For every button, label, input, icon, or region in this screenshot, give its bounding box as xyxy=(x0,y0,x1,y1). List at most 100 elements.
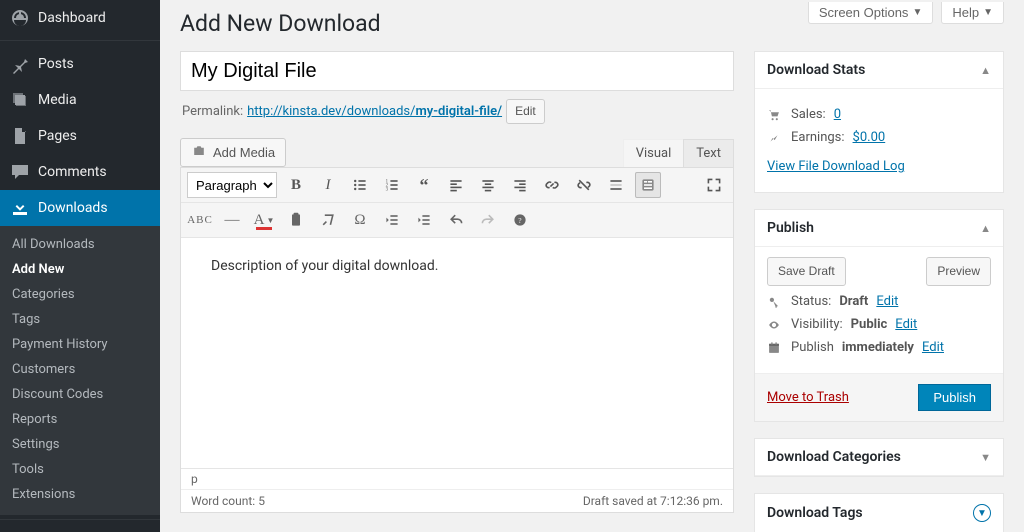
submenu-customers[interactable]: Customers xyxy=(0,357,160,382)
submenu-reports[interactable]: Reports xyxy=(0,407,160,432)
view-download-log-link[interactable]: View File Download Log xyxy=(767,159,905,174)
schedule-edit-link[interactable]: Edit xyxy=(922,340,944,355)
undo-button[interactable] xyxy=(443,207,469,233)
editor-toolbar-secondary: ABC — A▼ Ω ? xyxy=(181,203,733,238)
unlink-button[interactable] xyxy=(571,172,597,198)
sidebar-item-appearance[interactable]: Appearance xyxy=(0,525,160,532)
numbered-list-button[interactable]: 123 xyxy=(379,172,405,198)
chevron-down-icon: ▼ xyxy=(912,7,922,18)
redo-button[interactable] xyxy=(475,207,501,233)
fullscreen-button[interactable] xyxy=(701,172,727,198)
editor-toolbar-primary: Paragraph B I 123 “ xyxy=(181,168,733,203)
publish-button[interactable]: Publish xyxy=(918,384,991,411)
publish-status-row: Status: Draft Edit xyxy=(767,294,991,309)
sidebar-item-media[interactable]: Media xyxy=(0,82,160,118)
download-categories-box: Download Categories ▼ xyxy=(754,438,1004,477)
sidebar-item-label: Media xyxy=(38,92,77,108)
clear-formatting-button[interactable] xyxy=(315,207,341,233)
keyboard-shortcuts-button[interactable]: ? xyxy=(507,207,533,233)
align-right-button[interactable] xyxy=(507,172,533,198)
align-left-button[interactable] xyxy=(443,172,469,198)
blockquote-button[interactable]: “ xyxy=(411,172,437,198)
add-media-button[interactable]: Add Media xyxy=(180,138,286,167)
publish-when-label: Publish xyxy=(791,340,834,355)
sidebar-item-label: Posts xyxy=(38,56,74,72)
bulleted-list-button[interactable] xyxy=(347,172,373,198)
sidebar-item-comments[interactable]: Comments xyxy=(0,154,160,190)
submenu-payment-history[interactable]: Payment History xyxy=(0,332,160,357)
sales-label: Sales: xyxy=(791,107,826,122)
download-tags-box: Download Tags ▼ xyxy=(754,493,1004,532)
submenu-add-new[interactable]: Add New xyxy=(0,257,160,282)
submenu-all-downloads[interactable]: All Downloads xyxy=(0,232,160,257)
text-color-button[interactable]: A▼ xyxy=(251,207,277,233)
key-icon xyxy=(767,295,783,309)
italic-button[interactable]: I xyxy=(315,172,341,198)
side-column: Download Stats ▲ Sales: 0 Earnings: $0.0… xyxy=(754,51,1004,532)
download-title-input[interactable] xyxy=(180,51,734,91)
sidebar-item-pages[interactable]: Pages xyxy=(0,118,160,154)
download-stats-header[interactable]: Download Stats ▲ xyxy=(755,52,1003,89)
sidebar-item-downloads[interactable]: Downloads xyxy=(0,190,160,226)
publish-visibility-row: Visibility: Public Edit xyxy=(767,317,991,332)
visibility-value: Public xyxy=(851,317,888,332)
svg-text:3: 3 xyxy=(386,188,389,193)
help-toggle[interactable]: Help ▼ xyxy=(941,2,1004,24)
paste-text-button[interactable] xyxy=(283,207,309,233)
calendar-icon xyxy=(767,341,783,355)
save-draft-button[interactable]: Save Draft xyxy=(767,257,846,286)
download-tags-header[interactable]: Download Tags ▼ xyxy=(755,494,1003,532)
special-character-button[interactable]: Ω xyxy=(347,207,373,233)
stats-earnings-row: Earnings: $0.00 xyxy=(767,130,991,145)
sidebar-item-label: Downloads xyxy=(38,200,108,216)
screen-meta-links: Screen Options ▼ Help ▼ xyxy=(808,2,1004,24)
submenu-discount-codes[interactable]: Discount Codes xyxy=(0,382,160,407)
screen-options-toggle[interactable]: Screen Options ▼ xyxy=(808,2,934,24)
permalink-edit-button[interactable]: Edit xyxy=(506,99,545,124)
tab-text[interactable]: Text xyxy=(683,139,734,167)
help-label: Help xyxy=(952,5,979,20)
preview-button[interactable]: Preview xyxy=(926,257,991,286)
toolbar-toggle-button[interactable] xyxy=(635,172,661,198)
sidebar-item-posts[interactable]: Posts xyxy=(0,46,160,82)
expand-icon: ▼ xyxy=(973,504,991,522)
bold-button[interactable]: B xyxy=(283,172,309,198)
strikethrough-button[interactable]: ABC xyxy=(187,207,213,233)
outdent-button[interactable] xyxy=(379,207,405,233)
submenu-tools[interactable]: Tools xyxy=(0,457,160,482)
sidebar-item-label: Pages xyxy=(38,128,77,144)
cart-icon xyxy=(767,108,783,122)
submenu-settings[interactable]: Settings xyxy=(0,432,160,457)
insert-more-button[interactable] xyxy=(603,172,629,198)
publish-header[interactable]: Publish ▲ xyxy=(755,210,1003,247)
tab-visual[interactable]: Visual xyxy=(623,139,685,167)
status-edit-link[interactable]: Edit xyxy=(876,294,898,309)
download-categories-header[interactable]: Download Categories ▼ xyxy=(755,439,1003,476)
chevron-down-icon: ▼ xyxy=(983,7,993,18)
publish-schedule-row: Publish immediately Edit xyxy=(767,340,991,355)
align-center-button[interactable] xyxy=(475,172,501,198)
submenu-extensions[interactable]: Extensions xyxy=(0,482,160,507)
submenu-tags[interactable]: Tags xyxy=(0,307,160,332)
visibility-edit-link[interactable]: Edit xyxy=(895,317,917,332)
submenu-categories[interactable]: Categories xyxy=(0,282,160,307)
earnings-value-link[interactable]: $0.00 xyxy=(853,130,886,145)
publish-title: Publish xyxy=(767,220,814,236)
editor-body[interactable]: Description of your digital download. xyxy=(181,238,733,468)
insert-link-button[interactable] xyxy=(539,172,565,198)
format-select[interactable]: Paragraph xyxy=(187,172,277,198)
sales-value-link[interactable]: 0 xyxy=(834,107,841,122)
horizontal-rule-button[interactable]: — xyxy=(219,207,245,233)
draft-saved-status: Draft saved at 7:12:36 pm. xyxy=(583,494,723,508)
permalink-link[interactable]: http://kinsta.dev/downloads/my-digital-f… xyxy=(247,104,502,119)
camera-icon xyxy=(191,143,207,162)
page-icon xyxy=(10,126,30,146)
editor-footer: Word count: 5 Draft saved at 7:12:36 pm. xyxy=(181,489,733,512)
status-value: Draft xyxy=(839,294,868,309)
sidebar-item-dashboard[interactable]: Dashboard xyxy=(0,0,160,36)
sidebar-item-label: Dashboard xyxy=(38,10,106,26)
move-to-trash-link[interactable]: Move to Trash xyxy=(767,390,849,405)
permalink-row: Permalink: http://kinsta.dev/downloads/m… xyxy=(182,99,734,124)
indent-button[interactable] xyxy=(411,207,437,233)
sidebar-submenu-downloads: All Downloads Add New Categories Tags Pa… xyxy=(0,226,160,515)
